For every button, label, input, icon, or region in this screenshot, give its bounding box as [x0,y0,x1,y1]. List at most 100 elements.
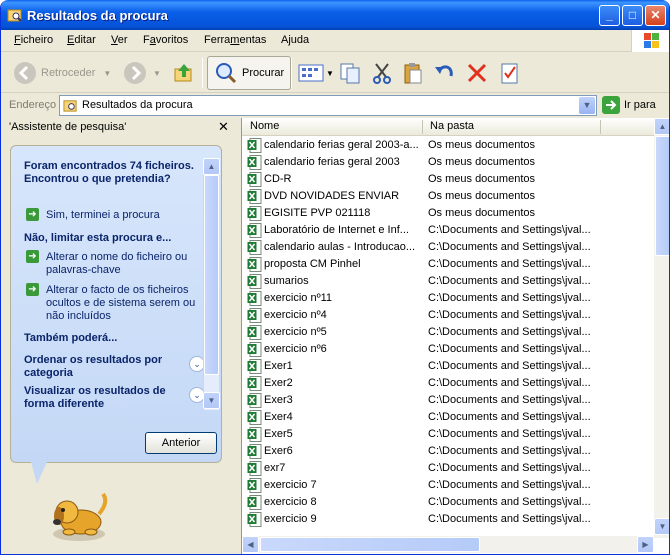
scroll-thumb[interactable] [204,175,219,375]
menu-ferramentas[interactable]: Ferramentas [204,34,266,46]
file-row[interactable]: calendario aulas - Introducao... C:\Docum… [242,239,654,256]
file-name: Exer2 [264,377,293,389]
close-icon: ✕ [650,8,661,22]
search-dog-icon[interactable] [45,484,113,544]
back-button[interactable]: Retroceder ▼ [13,56,111,90]
scroll-thumb[interactable] [260,537,480,552]
file-row[interactable]: calendario ferias geral 2003-a... Os meus… [242,137,654,154]
vertical-scrollbar[interactable]: ▲ ▼ [654,118,669,538]
file-row[interactable]: exercicio nº5 C:\Documents and Settings\j… [242,324,654,341]
sort-by-category-link[interactable]: Ordenar os resultados por categoria [24,354,184,380]
scroll-up-icon[interactable]: ▲ [203,158,220,175]
scroll-down-icon[interactable]: ▼ [654,518,669,535]
horizontal-scrollbar[interactable]: ◀ ▶ [242,536,654,553]
file-row[interactable]: exercicio 9 C:\Documents and Settings\jva… [242,511,654,528]
file-name: CD-R [264,173,292,185]
search-folder-icon [7,9,22,22]
file-rows: calendario ferias geral 2003-a... Os meus… [242,137,654,537]
minimize-button[interactable]: _ [599,5,620,26]
address-label: Endereço [9,99,57,111]
file-row[interactable]: Exer4 C:\Documents and Settings\jval... [242,409,654,426]
file-row[interactable]: proposta CM Pinhel C:\Documents and Setti… [242,256,654,273]
scroll-thumb[interactable] [655,136,669,256]
forward-dropdown-icon[interactable]: ▼ [153,69,161,78]
excel-file-icon [247,223,262,238]
back-anterior-button[interactable]: Anterior [145,432,217,454]
file-row[interactable]: Exer6 C:\Documents and Settings\jval... [242,443,654,460]
forward-button[interactable]: ▼ [123,56,161,90]
title-bar[interactable]: Resultados da procura _ □ ✕ [1,0,669,30]
file-name: exercicio nº11 [264,292,333,304]
view-different-link[interactable]: Visualizar os resultados de forma difere… [24,385,184,411]
file-row[interactable]: exercicio 8 C:\Documents and Settings\jva… [242,494,654,511]
menu-favoritos[interactable]: Favoritos [143,34,188,46]
file-name: Exer3 [264,394,293,406]
assistant-scrollbar[interactable]: ▲ ▼ [203,158,220,410]
maximize-icon: □ [628,8,637,22]
scroll-down-icon[interactable]: ▼ [203,392,220,409]
up-folder-button[interactable] [172,56,196,90]
file-folder: C:\Documents and Settings\jval... [428,428,591,440]
menu-ver[interactable]: Ver [111,34,128,46]
delete-x-icon [467,63,487,83]
file-row[interactable]: sumarios C:\Documents and Settings\jval..… [242,273,654,290]
paste-button[interactable] [401,56,425,90]
toolbar: Retroceder ▼ ▼ Procurar ▼ [1,53,669,93]
address-dropdown-icon[interactable]: ▼ [579,97,595,114]
file-row[interactable]: calendario ferias geral 2003 Os meus docu… [242,154,654,171]
file-folder: C:\Documents and Settings\jval... [428,496,591,508]
file-row[interactable]: Exer3 C:\Documents and Settings\jval... [242,392,654,409]
excel-file-icon [247,410,262,425]
file-name: exercicio nº4 [264,309,327,321]
file-row[interactable]: EGISITE PVP 021118 Os meus documentos [242,205,654,222]
file-folder: C:\Documents and Settings\jval... [428,258,591,270]
copy-to-icon [340,63,360,84]
file-row[interactable]: exercicio nº4 C:\Documents and Settings\j… [242,307,654,324]
results-found-text: Foram encontrados 74 ficheiros. Encontro… [24,160,194,185]
file-row[interactable]: Laboratório de Internet e Inf... C:\Docum… [242,222,654,239]
file-row[interactable]: exr7 C:\Documents and Settings\jval... [242,460,654,477]
close-button[interactable]: ✕ [645,5,666,26]
views-button[interactable]: ▼ [298,56,334,90]
menu-ficheiro[interactable]: Ficheiro [14,34,53,46]
column-folder-header[interactable]: Na pasta [430,120,474,132]
back-arrow-icon [14,62,36,84]
file-folder: Os meus documentos [428,207,535,219]
search-button[interactable]: Procurar [207,56,292,90]
file-row[interactable]: CD-R Os meus documentos [242,171,654,188]
file-row[interactable]: DVD NOVIDADES ENVIAR Os meus documentos [242,188,654,205]
close-pane-icon[interactable]: ✕ [218,119,229,135]
bubble-tail [31,462,47,484]
file-row[interactable]: exercicio 7 C:\Documents and Settings\jva… [242,477,654,494]
cut-button[interactable] [370,56,394,90]
file-row[interactable]: Exer1 C:\Documents and Settings\jval... [242,358,654,375]
file-folder: C:\Documents and Settings\jval... [428,224,591,236]
copy-to-button[interactable] [338,56,362,90]
menu-ajuda[interactable]: Ajuda [281,34,309,46]
file-folder: C:\Documents and Settings\jval... [428,462,591,474]
file-row[interactable]: exercicio nº11 C:\Documents and Settings\… [242,290,654,307]
maximize-button[interactable]: □ [622,5,643,26]
scroll-right-icon[interactable]: ▶ [637,536,654,553]
finished-search-link[interactable]: Sim, terminei a procura [46,209,196,222]
file-folder: C:\Documents and Settings\jval... [428,275,591,287]
delete-button[interactable] [465,56,489,90]
back-dropdown-icon[interactable]: ▼ [103,69,111,78]
file-row[interactable]: Exer5 C:\Documents and Settings\jval... [242,426,654,443]
file-name: exercicio 8 [264,496,317,508]
file-row[interactable]: Exer2 C:\Documents and Settings\jval... [242,375,654,392]
undo-button[interactable] [433,56,457,90]
file-name: DVD NOVIDADES ENVIAR [264,190,400,202]
scroll-left-icon[interactable]: ◀ [242,536,259,553]
file-name: calendario ferias geral 2003-a... [264,139,419,151]
go-button[interactable]: Ir para [602,96,656,114]
address-field[interactable]: Resultados da procura ▼ [59,95,597,116]
scroll-up-icon[interactable]: ▲ [654,118,669,135]
change-hidden-link[interactable]: Alterar o facto de os ficheiros ocultos … [46,284,196,323]
menu-editar[interactable]: Editar [67,34,96,46]
change-name-link[interactable]: Alterar o nome do ficheiro ou palavras-c… [46,251,196,277]
file-row[interactable]: exercicio nº6 C:\Documents and Settings\j… [242,341,654,358]
properties-button[interactable] [498,56,522,90]
column-name-header[interactable]: Nome [250,120,279,132]
excel-file-icon [247,461,262,476]
